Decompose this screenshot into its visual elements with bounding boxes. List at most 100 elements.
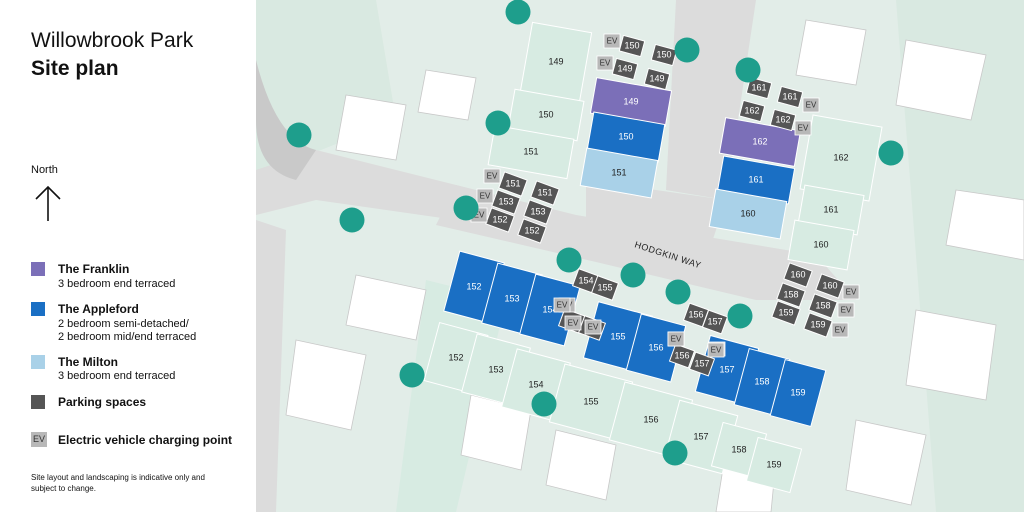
tree-icon [286,122,312,148]
key-swatch-franklin [31,262,45,276]
tree-icon [399,362,425,388]
ev-badge-label: EV [480,192,491,201]
parking-space-label: 153 [530,206,545,216]
parking-space-label: 158 [815,300,830,310]
parking-space-label: 149 [617,63,632,73]
house-plot-label: 151 [611,167,626,177]
parking-space-label: 150 [656,49,671,59]
tree-icon [620,262,646,288]
tree-icon [453,195,479,221]
ev-badge-label: EV [846,288,857,297]
house-plot-label: 158 [754,376,769,386]
parking-space-label: 153 [498,196,513,206]
north-arrow-icon [35,185,61,221]
ev-badge-label: EV [841,306,852,315]
tree-icon [505,0,531,25]
key-ev-badge: EV [31,432,47,447]
page-title: Site plan [31,57,119,80]
ev-badge-label: EV [588,323,599,332]
tree-icon [665,279,691,305]
house-plot-label: 155 [610,331,625,341]
key-label-appleford: The Appleford [58,302,139,316]
ev-badge-label: EV [607,37,618,46]
existing-building [285,339,367,431]
house-plot-label: 159 [790,387,805,397]
tree-icon [878,140,904,166]
tree-icon [556,247,582,273]
garden-plot-label: 159 [766,459,781,469]
key-swatch-parking [31,395,45,409]
site-plan-canvas: 149 150 151 162 161 160 152 153 154 155 156 157 158 1… [256,0,1024,512]
parking-space-label: 160 [822,280,837,290]
existing-building [905,309,997,401]
legend-panel: Willowbrook Park Site plan North The Fra… [0,0,256,512]
ev-badge-label: EV [835,326,846,335]
ev-badge-label: EV [600,59,611,68]
ev-badge-label: EV [671,335,682,344]
key-desc-appleford-1: 2 bedroom semi-detached/ [58,318,189,330]
garden-plot-label: 161 [823,204,838,214]
house-plot-label: 153 [504,293,519,303]
parking-space-label: 156 [688,309,703,319]
parking-space-label: 160 [790,269,805,279]
parking-space-label: 152 [492,214,507,224]
garden-plot-label: 162 [833,152,848,162]
tree-icon [485,110,511,136]
ev-badge-label: EV [487,172,498,181]
tree-icon [662,440,688,466]
disclaimer-text: Site layout and landscaping is indicativ… [31,473,205,493]
ev-badge-label: EV [711,346,722,355]
parking-space-label: 155 [597,282,612,292]
existing-building [417,69,477,121]
tree-icon [674,37,700,63]
ev-badge-label: EV [798,124,809,133]
parking-space-label: 157 [707,316,722,326]
parking-space-label: 150 [624,40,639,50]
garden-plot-label: 160 [813,239,828,249]
key-desc-appleford-2: 2 bedroom mid/end terraced [58,331,197,343]
key-label-franklin: The Franklin [58,262,130,276]
key-desc-milton: 3 bedroom end terraced [58,370,176,382]
key-label-ev: Electric vehicle charging point [58,433,233,447]
ev-badge-label: EV [568,319,579,328]
tree-icon [531,391,557,417]
garden-plot-label: 157 [693,431,708,441]
parking-space-label: 157 [694,358,709,368]
tree-icon [339,207,365,233]
house-plot-label: 149 [623,96,638,106]
parking-space-label: 161 [751,82,766,92]
parking-space-label: 159 [810,319,825,329]
parking-space-label: 161 [782,91,797,101]
house-plot-label: 152 [466,281,481,291]
garden-plot-label: 150 [538,109,553,119]
house-plot-label: 160 [740,208,755,218]
parking-space-label: 162 [744,105,759,115]
north-label: North [31,164,58,176]
garden-plot-label: 158 [731,444,746,454]
development-name: Willowbrook Park [31,29,194,52]
existing-building [335,94,407,161]
ev-badge-label: EV [806,101,817,110]
garden-plot-label: 154 [528,379,543,389]
house-plot-label: 162 [752,136,767,146]
parking-space-label: 159 [778,307,793,317]
parking-space-label: 162 [775,114,790,124]
key-desc-franklin: 3 bedroom end terraced [58,278,176,290]
key-swatch-appleford [31,302,45,316]
garden-plot-label: 152 [448,352,463,362]
parking-space-label: 151 [537,187,552,197]
existing-building [845,419,927,506]
existing-building [795,19,867,86]
garden-plot-label: 156 [643,414,658,424]
garden-plot-label: 151 [523,146,538,156]
tree-icon [735,57,761,83]
parking-space-label: 151 [505,178,520,188]
key-swatch-milton [31,355,45,369]
parking-space-label: 156 [674,350,689,360]
key-label-milton: The Milton [58,355,118,369]
parking-space-label: 149 [649,73,664,83]
ev-badge-label: EV [557,301,568,310]
parking-space-label: 158 [783,289,798,299]
house-plot-label: 157 [719,364,734,374]
parking-space-label: 152 [524,225,539,235]
